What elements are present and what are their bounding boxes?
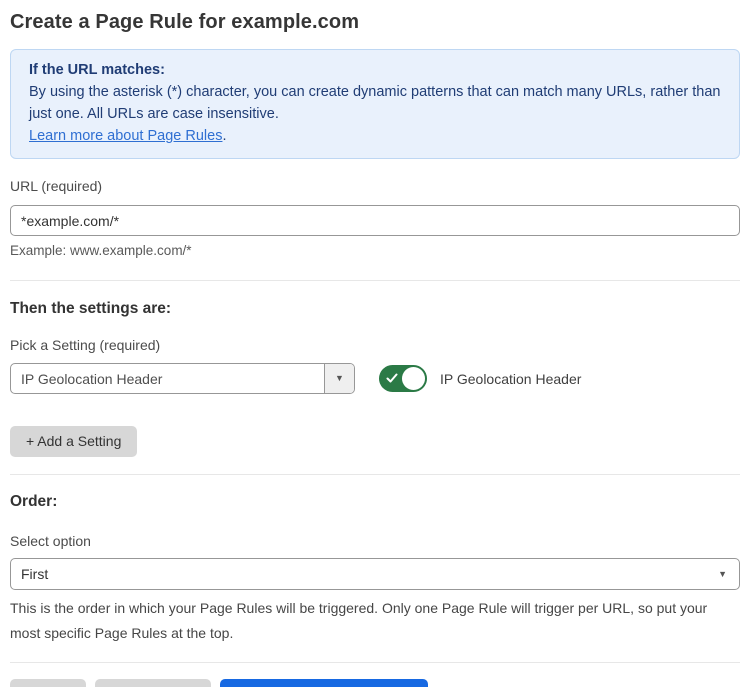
check-icon (386, 372, 398, 384)
setting-select-arrow-button[interactable]: ▼ (324, 364, 354, 393)
add-setting-button[interactable]: + Add a Setting (10, 426, 137, 457)
order-select-arrow: ▼ (718, 570, 739, 579)
order-section-heading: Order: (10, 493, 740, 511)
divider (10, 474, 740, 475)
order-select-label: Select option (10, 533, 740, 549)
order-helper-text: This is the order in which your Page Rul… (10, 596, 740, 646)
info-box-body: By using the asterisk (*) character, you… (29, 81, 721, 125)
url-example-helper: Example: www.example.com/* (10, 243, 740, 258)
divider (10, 280, 740, 281)
settings-section-heading: Then the settings are: (10, 300, 740, 318)
link-suffix: . (222, 128, 226, 144)
save-draft-button[interactable]: Save as Draft (95, 679, 212, 687)
url-input[interactable] (10, 205, 740, 236)
learn-more-link[interactable]: Learn more about Page Rules (29, 128, 222, 144)
divider (10, 662, 740, 663)
pick-setting-label: Pick a Setting (required) (10, 337, 740, 353)
order-select-value: First (11, 566, 718, 582)
page-rule-form: Create a Page Rule for example.com If th… (0, 0, 750, 687)
setting-row: IP Geolocation Header ▼ IP Geolocation H… (10, 363, 740, 394)
footer-actions: Cancel Save as Draft Save and Deploy Pag… (10, 679, 740, 687)
chevron-down-icon: ▼ (335, 374, 344, 383)
chevron-down-icon: ▼ (718, 570, 727, 579)
toggle-label: IP Geolocation Header (440, 371, 581, 387)
info-box-heading: If the URL matches: (29, 59, 721, 81)
setting-select-value: IP Geolocation Header (11, 371, 324, 387)
page-title: Create a Page Rule for example.com (10, 0, 740, 34)
cancel-button[interactable]: Cancel (10, 679, 86, 687)
toggle-knob (402, 367, 425, 390)
url-field-label: URL (required) (10, 178, 740, 194)
ip-geolocation-toggle[interactable] (379, 365, 427, 392)
url-match-info-box: If the URL matches: By using the asteris… (10, 49, 740, 159)
info-box-link-line: Learn more about Page Rules. (29, 125, 721, 147)
setting-select[interactable]: IP Geolocation Header ▼ (10, 363, 355, 394)
order-select[interactable]: First ▼ (10, 558, 740, 590)
save-deploy-button[interactable]: Save and Deploy Page Rule (220, 679, 428, 687)
